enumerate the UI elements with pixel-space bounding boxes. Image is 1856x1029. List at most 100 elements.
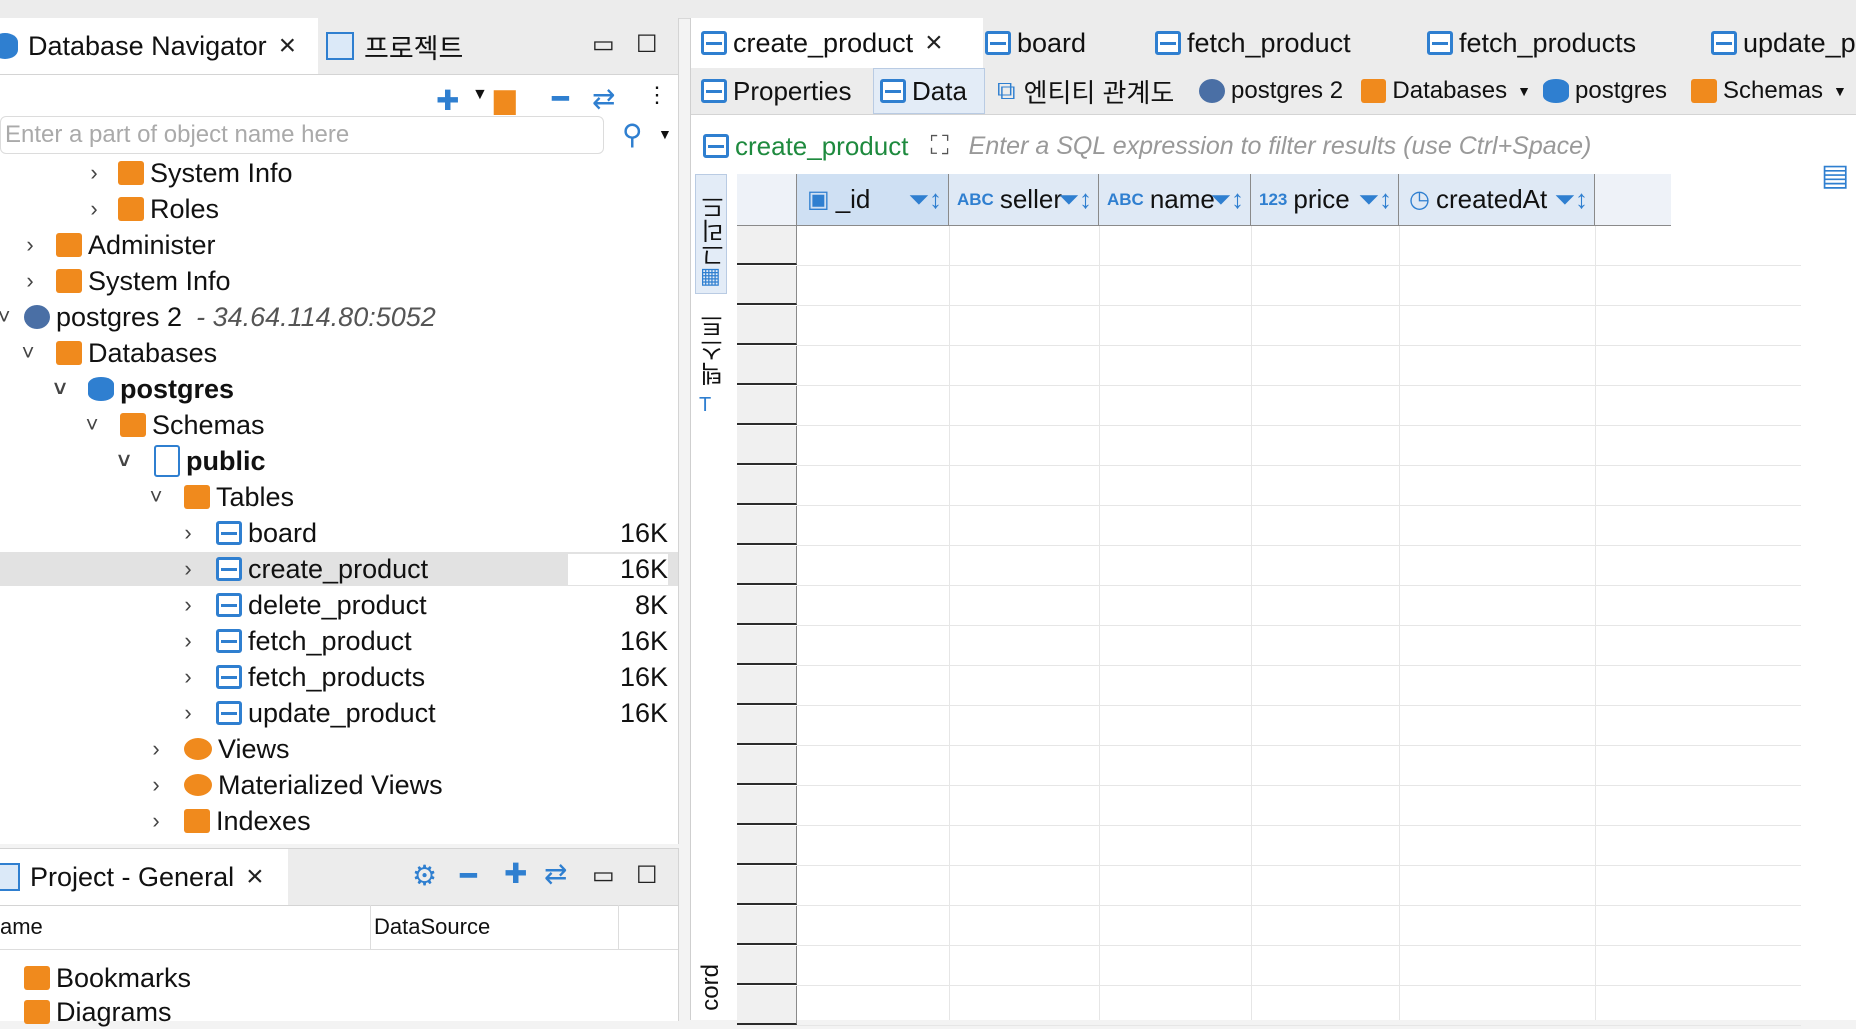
sort-filter-icon[interactable]: ⏷↕	[1058, 184, 1092, 216]
maximize-icon[interactable]: ☐	[636, 861, 658, 890]
panel-toggle[interactable]: ▤	[1811, 150, 1856, 210]
expand-icon[interactable]: ⛶	[930, 130, 948, 162]
editor-tabbar: create_product × board fetch_product fet…	[691, 18, 1856, 69]
chevron-right-icon[interactable]: ›	[178, 628, 198, 654]
tree-item-board[interactable]: › board 16K	[0, 516, 678, 550]
tree-item-postgres[interactable]: ˅ postgres	[0, 372, 678, 406]
chevron-down-icon[interactable]: ˅	[146, 484, 166, 510]
add-icon[interactable]: ✚	[504, 857, 527, 890]
subtab-properties[interactable]: Properties	[701, 68, 871, 114]
chevron-right-icon[interactable]: ›	[178, 556, 198, 582]
breadcrumb-postgres[interactable]: postgres	[1543, 68, 1683, 114]
tree-item-public[interactable]: ˅ public	[0, 444, 678, 478]
dropdown-icon[interactable]: ▼	[472, 86, 488, 104]
object-search-input[interactable]: Enter a part of object name here	[0, 116, 604, 154]
close-icon[interactable]: ×	[279, 29, 297, 63]
chevron-right-icon[interactable]: ›	[146, 772, 166, 798]
tab-project[interactable]: 프로젝트	[326, 18, 476, 74]
filter-icon[interactable]: ⚲	[622, 118, 643, 151]
settings-icon[interactable]: ⚙	[412, 859, 437, 892]
chevron-right-icon[interactable]: ›	[146, 808, 166, 834]
editor-tab-fetch-products[interactable]: fetch_products	[1427, 18, 1687, 68]
tree-item-update-product[interactable]: › update_product 16K	[0, 696, 678, 730]
chevron-right-icon[interactable]: ›	[84, 196, 104, 222]
record-label[interactable]: cord	[697, 964, 725, 1011]
tree-item-materialized-views[interactable]: › Materialized Views	[0, 768, 678, 802]
column-header-name[interactable]: ABC name ⏷↕	[1099, 174, 1251, 226]
chevron-right-icon[interactable]: ›	[146, 736, 166, 762]
chevron-right-icon[interactable]: ›	[178, 664, 198, 690]
tree-item-fetch-product[interactable]: › fetch_product 16K	[0, 624, 678, 658]
breadcrumb-postgres-2[interactable]: postgres 2	[1199, 68, 1349, 114]
sort-filter-icon[interactable]: ⏷↕	[1554, 184, 1588, 216]
collapse-icon[interactable]: ━	[460, 859, 477, 892]
tree-item-delete-product[interactable]: › delete_product 8K	[0, 588, 678, 622]
chevron-down-icon[interactable]: ˅	[114, 448, 134, 474]
close-icon[interactable]: ×	[246, 860, 264, 894]
collapse-icon[interactable]: ━	[552, 82, 569, 115]
maximize-icon[interactable]: ☐	[636, 30, 658, 59]
chevron-right-icon[interactable]: ›	[178, 592, 198, 618]
chevron-right-icon[interactable]: ›	[84, 160, 104, 186]
chevron-down-icon[interactable]: ˅	[18, 340, 38, 366]
column-header-seller[interactable]: ABC seller ⏷↕	[949, 174, 1099, 226]
editor-tab-fetch-product[interactable]: fetch_product	[1155, 18, 1411, 68]
new-connection-icon[interactable]: ✚	[436, 84, 459, 117]
row-number-cell	[737, 906, 797, 945]
tree-item-fetch-products[interactable]: › fetch_products 16K	[0, 660, 678, 694]
sort-filter-icon[interactable]: ⏷↕	[1210, 184, 1244, 216]
row-number-cell	[737, 506, 797, 545]
editor-tab-create-product[interactable]: create_product ×	[691, 18, 983, 68]
chevron-right-icon[interactable]: ›	[20, 268, 40, 294]
column-header-id[interactable]: ▣ _id ⏷↕	[797, 174, 949, 226]
more-icon[interactable]: ⋮	[646, 82, 668, 108]
tables-folder-icon	[184, 485, 210, 509]
breadcrumb-schemas[interactable]: Schemas ▼	[1691, 68, 1856, 114]
tree-item-administer[interactable]: › Administer	[0, 228, 678, 262]
sort-filter-icon[interactable]: ⏷↕	[908, 184, 942, 216]
subtab-er-diagram[interactable]: ⧉ 엔티티 관계도	[991, 68, 1191, 114]
column-header-datasource[interactable]: DataSource	[374, 905, 619, 949]
tree-item-schemas[interactable]: ˅ Schemas	[0, 408, 678, 442]
chevron-right-icon[interactable]: ›	[178, 700, 198, 726]
dropdown-icon[interactable]: ▼	[1517, 83, 1531, 99]
project-item-bookmarks[interactable]: Bookmarks	[0, 961, 191, 995]
minimize-icon[interactable]: ▭	[592, 861, 615, 890]
tree-item-system-info[interactable]: › System Info	[0, 156, 678, 190]
new-folder-icon[interactable]: ▆	[494, 82, 516, 115]
column-header-price[interactable]: 123 price ⏷↕	[1251, 174, 1399, 226]
link-editor-icon[interactable]: ⇄	[592, 82, 615, 115]
minimize-icon[interactable]: ▭	[592, 30, 615, 59]
subtab-data[interactable]: Data	[873, 68, 985, 114]
chevron-down-icon[interactable]: ˅	[82, 412, 102, 438]
tab-database-navigator[interactable]: Database Navigator ×	[0, 18, 318, 74]
dropdown-icon[interactable]: ▼	[1833, 83, 1847, 99]
grid-view-button[interactable]: 그리드 ▦	[695, 174, 729, 294]
link-editor-icon[interactable]: ⇄	[544, 857, 567, 890]
project-item-diagrams[interactable]: Diagrams	[0, 995, 172, 1029]
tree-item-indexes[interactable]: › Indexes	[0, 804, 678, 838]
text-view-button[interactable]: 텍스트 T	[695, 314, 728, 434]
editor-tab-board[interactable]: board	[985, 18, 1135, 68]
sort-filter-icon[interactable]: ⏷↕	[1358, 184, 1392, 216]
close-icon[interactable]: ×	[925, 26, 943, 60]
column-header-name[interactable]: ame	[0, 905, 371, 949]
results-grid: ▣ _id ⏷↕ ABC seller ⏷↕ ABC name ⏷↕ 123 p…	[737, 174, 1801, 1026]
tab-project-general[interactable]: Project - General ×	[0, 849, 288, 905]
tree-item-views[interactable]: › Views	[0, 732, 678, 766]
breadcrumb-databases[interactable]: Databases ▼	[1361, 68, 1531, 114]
chevron-down-icon[interactable]: ˅	[0, 304, 14, 330]
tree-item-databases[interactable]: ˅ Databases	[0, 336, 678, 370]
column-header-createdat[interactable]: ◷ createdAt ⏷↕	[1399, 174, 1595, 226]
tree-item-tables[interactable]: ˅ Tables	[0, 480, 678, 514]
chevron-right-icon[interactable]: ›	[178, 520, 198, 546]
editor-tab-update-product[interactable]: update_p	[1711, 18, 1856, 68]
chevron-right-icon[interactable]: ›	[20, 232, 40, 258]
sql-filter-input[interactable]: Enter a SQL expression to filter results…	[969, 132, 1592, 161]
tree-item-roles[interactable]: › Roles	[0, 192, 678, 226]
chevron-down-icon[interactable]: ˅	[50, 376, 70, 402]
tree-item-system-info-2[interactable]: › System Info	[0, 264, 678, 298]
filter-dropdown-icon[interactable]: ▼	[658, 126, 672, 142]
tree-item-postgres-2[interactable]: ˅ postgres 2 - 34.64.114.80:5052	[0, 300, 678, 334]
tree-item-create-product[interactable]: › create_product 16K	[0, 552, 678, 586]
